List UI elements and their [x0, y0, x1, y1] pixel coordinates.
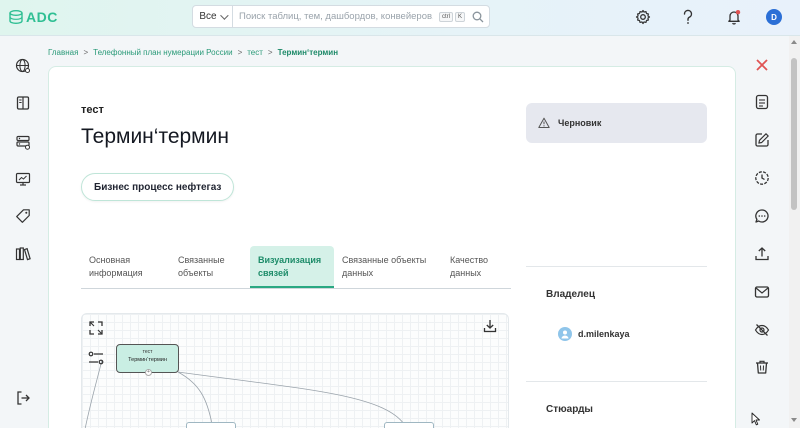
stewards-label: Стюарды — [546, 404, 593, 415]
help-icon — [683, 9, 693, 24]
nav-glossary[interactable] — [14, 94, 32, 112]
history-icon — [755, 171, 769, 185]
left-nav — [0, 36, 46, 428]
bell-icon — [728, 10, 741, 25]
tab-data-quality[interactable]: Качество данных — [442, 246, 510, 288]
comments-button[interactable] — [753, 207, 771, 225]
term-card: тест Термин‘термин Бизнес процесс нефтег… — [48, 66, 736, 428]
nav-catalog[interactable] — [14, 57, 32, 75]
tab-bar: Основная информация Связанные объекты Ви… — [81, 246, 511, 289]
owner-label: Владелец — [546, 289, 595, 300]
logout-button[interactable] — [14, 389, 32, 407]
fullscreen-button[interactable] — [88, 320, 104, 336]
nav-library[interactable] — [14, 245, 32, 263]
owner-user[interactable]: d.milenkaya — [558, 327, 630, 341]
tab-relations-visualization[interactable]: Визуализация связей — [250, 246, 334, 288]
app-logo[interactable]: ADC — [8, 9, 58, 25]
tab-general-info[interactable]: Основная информация — [81, 246, 170, 288]
mail-button[interactable] — [753, 283, 771, 301]
graph-filter-button[interactable] — [88, 350, 104, 366]
scrollbar-thumb[interactable] — [791, 58, 797, 210]
user-icon — [561, 330, 569, 339]
delete-button[interactable] — [753, 358, 771, 376]
hide-icon — [754, 324, 770, 336]
top-bar: ADC Все ctrl K D — [0, 0, 800, 36]
search-scope-select[interactable]: Все — [193, 6, 233, 27]
edit-icon — [755, 133, 769, 147]
breadcrumb-home[interactable]: Главная — [48, 48, 78, 57]
divider — [526, 381, 707, 382]
graph-node-child[interactable] — [186, 422, 236, 428]
gear-icon — [635, 9, 651, 25]
hide-button[interactable] — [753, 321, 771, 339]
user-avatar — [558, 327, 572, 341]
history-button[interactable] — [753, 169, 771, 187]
graph-node-label: Термин‘термин — [128, 357, 167, 363]
scroll-up-arrow[interactable] — [791, 40, 797, 44]
graph-node-term[interactable]: тест Термин‘термин + — [116, 344, 179, 376]
database-icon — [16, 135, 30, 150]
logo-icon — [9, 10, 23, 25]
comment-icon — [755, 209, 769, 223]
monitor-icon — [15, 172, 31, 186]
global-search: Все ctrl K — [192, 5, 490, 28]
notifications-button[interactable] — [725, 8, 743, 26]
user-avatar[interactable]: D — [766, 9, 782, 25]
shortcut-key-k: K — [454, 11, 465, 22]
tab-related-objects[interactable]: Связанные объекты — [170, 246, 250, 288]
breadcrumb-glossary[interactable]: Телефонный план нумерации России — [93, 48, 232, 57]
breadcrumb-separator: > — [237, 48, 243, 57]
mail-icon — [754, 286, 770, 298]
expand-icon — [89, 321, 103, 335]
upload-icon — [755, 247, 769, 261]
edit-button[interactable] — [753, 131, 771, 149]
graph-download-button[interactable] — [482, 318, 498, 334]
expand-node-button[interactable]: + — [145, 369, 152, 376]
download-icon — [483, 320, 497, 333]
settings-button[interactable] — [634, 8, 652, 26]
search-input[interactable] — [233, 11, 439, 22]
status-label: Черновик — [558, 118, 602, 128]
warning-icon — [538, 117, 550, 128]
filter-toggle-icon — [88, 351, 104, 365]
breadcrumb-current: Термин‘термин — [277, 48, 339, 57]
shortcut-key-ctrl: ctrl — [438, 11, 453, 22]
nav-data-sources[interactable] — [14, 133, 32, 151]
relations-graph[interactable]: тест Термин‘термин + — [81, 313, 509, 428]
status-badge: Черновик — [526, 103, 707, 143]
trash-icon — [756, 360, 768, 374]
tag-icon — [16, 209, 30, 223]
breadcrumb-domain[interactable]: тест — [247, 48, 263, 57]
book-icon — [16, 96, 30, 110]
breadcrumb-separator: > — [83, 48, 89, 57]
right-actions — [740, 36, 786, 428]
nav-tags[interactable] — [14, 207, 32, 225]
breadcrumb-separator: > — [267, 48, 273, 57]
search-icon[interactable] — [467, 11, 489, 23]
help-button[interactable] — [679, 8, 697, 26]
close-icon — [756, 59, 768, 71]
breadcrumb: Главная > Телефонный план нумерации Росс… — [48, 48, 338, 57]
owner-name: d.milenkaya — [578, 329, 630, 339]
chevron-down-icon — [219, 10, 229, 20]
term-overline: тест — [81, 104, 104, 116]
globe-icon — [15, 58, 30, 73]
graph-node-child[interactable] — [384, 422, 434, 428]
library-icon — [15, 247, 31, 261]
close-button[interactable] — [753, 56, 771, 74]
tab-related-data-objects[interactable]: Связанные объекты данных — [334, 246, 442, 288]
details-button[interactable] — [753, 93, 771, 111]
app-name: ADC — [26, 9, 58, 25]
document-icon — [755, 94, 769, 110]
divider — [526, 266, 707, 267]
scroll-down-arrow[interactable] — [791, 418, 797, 422]
export-button[interactable] — [753, 245, 771, 263]
page-title: Термин‘термин — [81, 125, 229, 148]
search-scope-value: Все — [199, 11, 217, 22]
graph-node-type: тест — [142, 349, 153, 355]
nav-dashboards[interactable] — [14, 170, 32, 188]
logout-icon — [17, 391, 30, 405]
domain-chip[interactable]: Бизнес процесс нефтегаз — [81, 173, 235, 201]
mouse-cursor-icon — [751, 412, 760, 426]
